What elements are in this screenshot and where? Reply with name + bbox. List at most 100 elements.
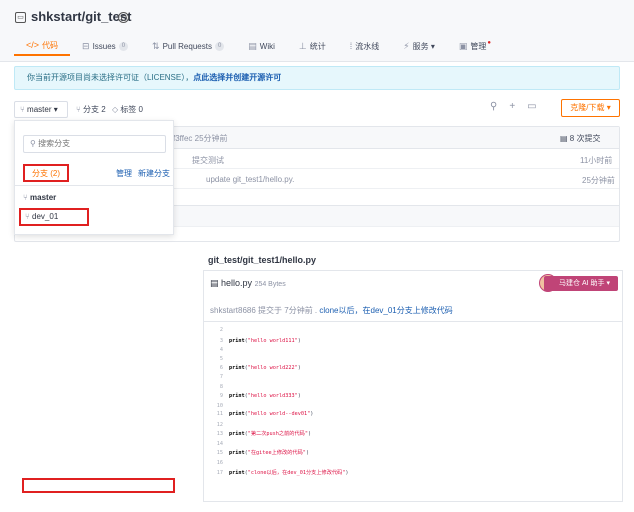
branch-search-input[interactable] xyxy=(38,139,159,148)
tab-wiki[interactable]: ▤ Wiki xyxy=(236,36,287,56)
license-notice: 你当前开源项目尚未选择许可证（LICENSE），点此选择并创建开源许可 xyxy=(14,66,620,90)
code-text: print("第二次push之前的代码") xyxy=(229,431,312,437)
watch-icon[interactable] xyxy=(118,12,129,23)
line-number: 11 xyxy=(216,411,223,417)
current-branch: master ▾ xyxy=(27,105,58,114)
commit-message[interactable]: update git_test1/hello.py. xyxy=(206,175,294,184)
clone-download-button[interactable]: 克隆/下载 ▾ xyxy=(561,99,620,117)
repo-icon: ▭ xyxy=(15,12,26,23)
branch-item-master[interactable]: ⑂ master xyxy=(23,193,56,202)
notice-text: 你当前开源项目尚未选择许可证（LICENSE）， xyxy=(27,73,194,82)
branch-icon: ⑂ xyxy=(25,212,33,221)
line-number: 17 xyxy=(216,470,223,476)
create-license-link[interactable]: 点此选择并创建开源许可 xyxy=(193,73,281,82)
new-branch-link[interactable]: 新建分支 xyxy=(138,168,170,179)
branch-item-dev-01[interactable]: ⑂ dev_01 xyxy=(19,208,89,226)
tab-pipeline[interactable]: ⁞ 流水线 xyxy=(338,36,392,56)
branch-icon: ⑂ xyxy=(76,105,84,114)
tab-label: Pull Requests xyxy=(162,41,212,51)
tab-label: 流水线 xyxy=(355,41,380,51)
file-icon: ▤ xyxy=(210,278,222,288)
tab-services[interactable]: ⚡ 服务 ▾ xyxy=(391,36,447,56)
file-name: hello.py xyxy=(221,278,253,288)
tab-label: 代码 xyxy=(42,40,59,50)
tags-count-link[interactable]: 标签 0 xyxy=(120,105,143,114)
history-icon: ▤ xyxy=(560,134,570,143)
code-line: 4 xyxy=(204,346,622,355)
highlight-box xyxy=(22,478,175,493)
branch-tab[interactable]: 分支 (2) xyxy=(23,164,69,182)
code-line: 7 xyxy=(204,373,622,382)
tab-issues[interactable]: ⊟ Issues 0 xyxy=(70,36,140,56)
code-text: print("hello world--dev01") xyxy=(229,411,314,417)
tab-manage[interactable]: ▣ 管理 ● xyxy=(447,36,503,56)
tab-stats[interactable]: ⊥ 统计 xyxy=(287,36,338,56)
branch-icon: ⑂ xyxy=(20,105,28,114)
issues-count-badge: 0 xyxy=(118,41,129,51)
tab-label: Wiki xyxy=(259,41,275,51)
branch-search-field[interactable]: ⚲ xyxy=(23,135,166,153)
dropdown-actions: 管理 新建分支 xyxy=(116,168,170,179)
code-line: 8 xyxy=(204,383,622,392)
tab-pull-requests[interactable]: ⇅ Pull Requests 0 xyxy=(140,36,236,56)
wiki-icon: ▤ xyxy=(248,40,257,51)
file-header: ▤ hello.py 254 Bytes xyxy=(210,278,286,289)
tab-code[interactable]: </> 代码 xyxy=(14,36,71,56)
line-number: 12 xyxy=(216,422,223,428)
tab-label: 服务 ▾ xyxy=(412,41,435,51)
branch-meta: ⑂ 分支 2 ◇ 标签 0 xyxy=(76,104,143,115)
divider xyxy=(15,185,173,186)
code-icon: </> xyxy=(26,40,40,50)
pr-count-badge: 0 xyxy=(214,41,225,51)
branch-label: master xyxy=(30,193,57,202)
code-line: 13 print("第二次push之前的代码") xyxy=(204,430,622,439)
line-number: 15 xyxy=(216,450,223,456)
manage-icon: ▣ xyxy=(458,40,468,51)
commit-time: 25分钟前 xyxy=(582,176,615,185)
file-commit-message[interactable]: clone以后，在dev_01分支上修改代码 xyxy=(319,306,452,315)
repo-title[interactable]: shkstart/git_test xyxy=(31,9,131,24)
commit-author-time: shkstart8686 提交于 7分钟前 . xyxy=(210,306,320,315)
tab-label: Issues xyxy=(92,41,116,51)
code-text: print("hello world333") xyxy=(229,393,301,399)
line-number: 16 xyxy=(216,460,223,466)
repo-tabs: </> 代码 ⊟ Issues 0 ⇅ Pull Requests 0 ▤ Wi… xyxy=(14,36,503,56)
code-body: 2 3 print("hello world111") 4 5 6 print("hello… xyxy=(204,321,622,501)
code-line: 15 print("在gitee上修改的代码") xyxy=(204,449,622,458)
line-number: 8 xyxy=(219,384,223,390)
commit-message[interactable]: 提交测试 xyxy=(192,155,224,166)
commit-time: 11小时前 xyxy=(580,156,613,165)
notification-dot: ● xyxy=(487,40,491,46)
line-number: 4 xyxy=(219,347,223,353)
line-number: 6 xyxy=(219,365,223,371)
line-number: 5 xyxy=(219,356,223,362)
file-size: 254 Bytes xyxy=(254,281,286,288)
code-line: 9 print("hello world333") xyxy=(204,392,622,401)
branch-select-button[interactable]: ⑂ master ▾ xyxy=(14,101,68,118)
repo-header: ▭ shkstart/git_test </> 代码 ⊟ Issues 0 ⇅ … xyxy=(0,0,634,62)
code-line: 5 xyxy=(204,355,622,364)
search-icon[interactable]: ⚲ xyxy=(490,101,497,112)
code-line: 6 print("hello world222") xyxy=(204,364,622,373)
file-path: git_test/git_test1/hello.py xyxy=(208,255,317,265)
web-ide-icon[interactable]: ▭ xyxy=(527,101,536,112)
line-number: 13 xyxy=(216,431,223,437)
issues-icon: ⊟ xyxy=(82,40,90,51)
branches-count-link[interactable]: 分支 2 xyxy=(83,105,106,114)
ai-assistant-button[interactable]: 马建仓 AI 助手 ▾ xyxy=(544,276,618,291)
search-icon: ⚲ xyxy=(30,139,39,148)
services-icon: ⚡ xyxy=(403,40,410,51)
code-line: 11 print("hello world--dev01") xyxy=(204,410,622,419)
add-icon[interactable]: + xyxy=(509,101,515,112)
latest-commit-info: f3ffec 25分钟前 xyxy=(173,134,228,143)
code-line: 14 xyxy=(204,440,622,449)
code-viewer: ▤ hello.py 254 Bytes 马建仓 AI 助手 ▾ shkstar… xyxy=(203,270,623,502)
code-line: 12 xyxy=(204,421,622,430)
tab-label: 管理 xyxy=(470,41,487,51)
manage-branches-link[interactable]: 管理 xyxy=(116,168,132,179)
line-number: 7 xyxy=(219,374,223,380)
branch-label: dev_01 xyxy=(32,212,59,221)
commit-count-link[interactable]: ▤ 8 次提交 xyxy=(560,133,600,144)
code-text: print("hello world222") xyxy=(229,365,301,371)
code-text: print("clone以后，在dev_01分支上修改代码") xyxy=(229,470,349,476)
